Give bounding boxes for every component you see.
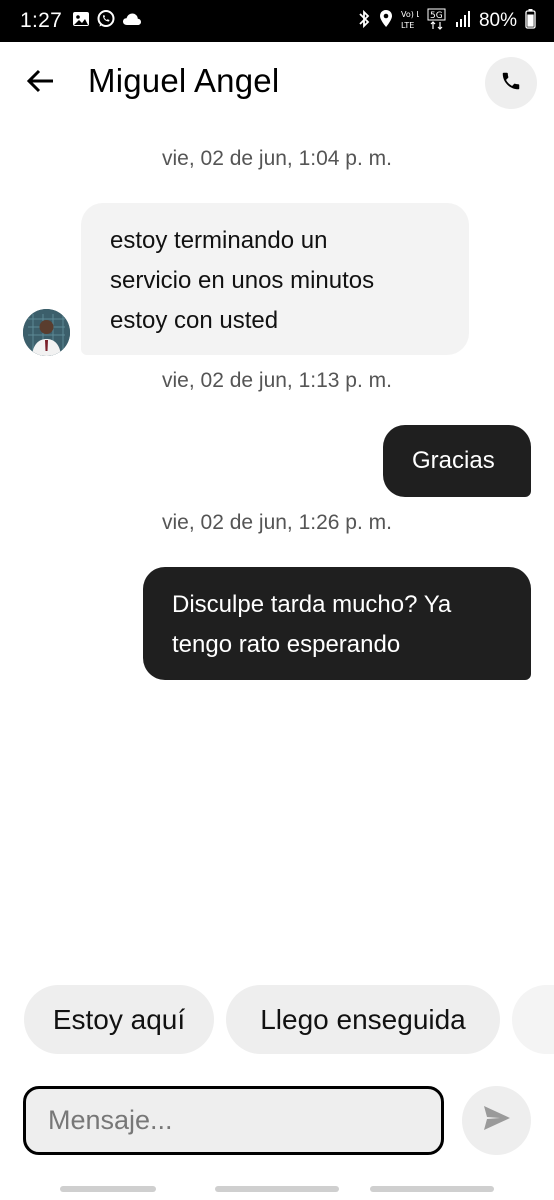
status-time: 1:27 (20, 9, 63, 32)
gallery-icon (72, 10, 90, 33)
nav-hint-bar (215, 1186, 339, 1192)
message-timestamp: vie, 02 de jun, 1:04 p. m. (162, 147, 392, 170)
chat-header: Miguel Angel (0, 42, 554, 124)
svg-text:5G: 5G (430, 11, 443, 21)
location-icon (379, 9, 393, 34)
quick-reply-chip[interactable]: Llego enseguida (226, 985, 500, 1054)
message-line: estoy con usted (110, 307, 279, 334)
bluetooth-icon (357, 9, 371, 34)
message-line: estoy terminando un (110, 227, 328, 254)
message-timestamp: vie, 02 de jun, 1:26 p. m. (162, 511, 392, 534)
cloud-icon (122, 12, 142, 31)
battery-percent: 80% (478, 10, 517, 31)
outgoing-message-bubble: Gracias (383, 425, 531, 497)
5g-icon: 5G (427, 8, 447, 35)
message-line: Gracias (412, 447, 495, 474)
volte-icon: Vo) LTE LTE (401, 8, 430, 35)
nav-hint-bar (370, 1186, 494, 1192)
message-input[interactable] (48, 1105, 441, 1136)
quick-reply-chip-partial[interactable] (512, 985, 554, 1054)
battery-icon (525, 8, 536, 34)
message-line: servicio en unos minutos (110, 267, 375, 294)
message-line: tengo rato esperando (172, 631, 401, 658)
send-button[interactable] (462, 1086, 531, 1155)
contact-name: Miguel Angel (88, 62, 280, 99)
contact-avatar[interactable] (23, 309, 70, 356)
nav-hint-bar (60, 1186, 156, 1192)
signal-icon (455, 10, 471, 33)
status-bar: 1:27 Vo) LTE LTE 5G 80% (0, 0, 554, 42)
send-icon (482, 1104, 512, 1137)
incoming-message-bubble: estoy terminando un servicio en unos min… (81, 203, 469, 355)
outgoing-message-bubble: Disculpe tarda mucho? Ya tengo rato espe… (143, 567, 531, 680)
back-button[interactable] (22, 64, 60, 102)
svg-text:Vo) LTE: Vo) LTE (401, 10, 419, 19)
message-line: Disculpe tarda mucho? Ya (172, 591, 452, 618)
quick-reply-chip[interactable]: Estoy aquí (24, 985, 214, 1054)
message-input-container[interactable] (23, 1086, 444, 1155)
arrow-left-icon (26, 69, 55, 98)
svg-text:LTE: LTE (401, 21, 414, 30)
phone-icon (500, 70, 522, 97)
message-timestamp: vie, 02 de jun, 1:13 p. m. (162, 369, 392, 392)
whatsapp-icon (96, 9, 116, 34)
call-button[interactable] (485, 57, 537, 109)
